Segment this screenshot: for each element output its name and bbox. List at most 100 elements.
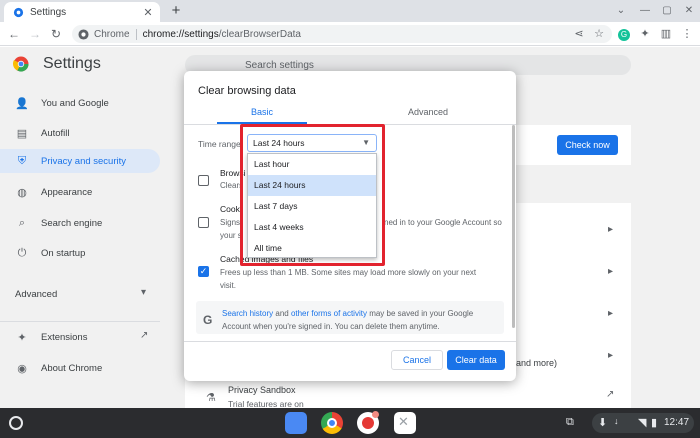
tab-divider xyxy=(184,124,516,125)
chevron-down-icon[interactable]: ▾ xyxy=(141,287,146,298)
time-range-dropdown: Last hour Last 24 hours Last 7 days Last… xyxy=(247,153,377,258)
clear-data-button[interactable]: Clear data xyxy=(447,350,505,370)
settings-title: Settings xyxy=(43,55,101,72)
search-icon: ⌕ xyxy=(18,216,26,229)
address-bar[interactable]: Chrome chrome://settings/clearBrowserDat… xyxy=(72,25,612,43)
share-icon[interactable]: ⋖ xyxy=(571,25,587,43)
check-now-button[interactable]: Check now xyxy=(557,135,618,155)
app-icon[interactable] xyxy=(394,412,416,434)
omnibox-chip: Chrome xyxy=(94,28,130,40)
side-panel-icon[interactable]: ▥ xyxy=(658,25,674,43)
info-text-mid: and xyxy=(273,309,291,318)
omnibox-separator xyxy=(135,28,137,40)
chevron-right-icon[interactable]: ▸ xyxy=(608,350,613,361)
tab-settings[interactable]: Settings ✕ xyxy=(4,2,160,22)
time-range-select[interactable]: Last 24 hours ▼ xyxy=(247,134,377,152)
close-tab-icon[interactable]: ✕ xyxy=(142,6,154,19)
sidebar-item-about-chrome[interactable]: ◉ About Chrome xyxy=(0,356,160,380)
wifi-icon: ◥ xyxy=(638,417,647,429)
nav-divider xyxy=(0,321,160,322)
tab-search-chevron-icon[interactable]: ⌄ xyxy=(614,2,628,20)
download-progress-icon: ↓ xyxy=(614,416,619,426)
clipboard-icon: ▤ xyxy=(16,127,28,140)
time-range-value: Last 24 hours xyxy=(253,138,305,148)
option-last-4-weeks[interactable]: Last 4 weeks xyxy=(248,217,376,238)
sidebar-item-on-startup[interactable]: ⏻ On startup xyxy=(0,241,160,265)
sidebar-item-autofill[interactable]: ▤ Autofill xyxy=(0,121,160,145)
minimize-icon[interactable]: — xyxy=(638,2,652,20)
search-history-link[interactable]: Search history xyxy=(222,309,273,318)
privacy-sandbox-label: Privacy Sandbox xyxy=(228,385,296,395)
sidebar-item-label: Appearance xyxy=(41,186,93,198)
option-all-time[interactable]: All time xyxy=(248,238,376,259)
tab-basic[interactable]: Basic xyxy=(217,107,307,117)
sidebar-item-extensions[interactable]: ✦ Extensions xyxy=(0,325,160,349)
puzzle-icon: ✦ xyxy=(17,331,27,344)
dialog-scrollbar[interactable] xyxy=(512,125,515,328)
cached-images-desc: Frees up less than 1 MB. Some sites may … xyxy=(220,268,477,277)
chevron-right-icon[interactable]: ▸ xyxy=(608,266,613,277)
sidebar-item-search-engine[interactable]: ⌕ Search engine xyxy=(0,211,160,235)
sidebar-item-label: Autofill xyxy=(41,127,70,139)
info-text: Search history and other forms of activi… xyxy=(222,307,496,333)
screen-capture-icon[interactable]: ⧉ xyxy=(566,416,574,429)
sidebar-item-privacy-and-security[interactable]: ⛨ Privacy and security xyxy=(0,149,160,173)
chevron-right-icon[interactable]: ▸ xyxy=(608,308,613,319)
browser-toolbar: ← → ↻ Chrome chrome://settings/clearBrow… xyxy=(0,22,700,46)
bookmark-star-icon[interactable]: ☆ xyxy=(591,25,607,43)
chrome-app-icon[interactable] xyxy=(321,412,343,434)
reload-icon[interactable]: ↻ xyxy=(47,24,65,44)
person-icon: 👤 xyxy=(15,97,29,110)
option-last-hour[interactable]: Last hour xyxy=(248,154,376,175)
extension-grammarly-icon[interactable]: G xyxy=(616,25,632,43)
menu-kebab-icon[interactable]: ⋮ xyxy=(679,25,695,43)
close-window-icon[interactable]: ✕ xyxy=(682,2,696,20)
settings-gear-icon xyxy=(13,7,24,17)
google-g-icon: G xyxy=(203,313,213,327)
cached-images-desc-2: visit. xyxy=(220,281,236,290)
sidebar-advanced[interactable]: Advanced xyxy=(15,289,57,300)
chevron-right-icon[interactable]: ▸ xyxy=(608,224,613,235)
new-tab-button[interactable]: + xyxy=(168,2,184,20)
files-app-icon[interactable] xyxy=(285,412,307,434)
back-arrow-icon[interactable]: ← xyxy=(5,24,23,44)
browsing-history-desc: Clears xyxy=(220,181,244,190)
browsing-history-checkbox[interactable] xyxy=(198,175,209,186)
sidebar-item-label: Privacy and security xyxy=(41,155,127,167)
option-last-7-days[interactable]: Last 7 days xyxy=(248,196,376,217)
privacy-list-card xyxy=(516,203,631,398)
extensions-puzzle-icon[interactable]: ✦ xyxy=(637,25,653,43)
cached-images-checkbox[interactable]: ✓ xyxy=(198,266,209,277)
palette-icon: ◍ xyxy=(17,186,27,199)
open-in-new-icon: ↗ xyxy=(140,330,149,341)
other-activity-link[interactable]: other forms of activity xyxy=(291,309,367,318)
sidebar-item-label: About Chrome xyxy=(41,362,103,374)
forward-arrow-icon[interactable]: → xyxy=(26,24,44,44)
shield-icon: ⛨ xyxy=(17,154,27,167)
chrome-icon xyxy=(78,28,89,40)
sidebar-item-appearance[interactable]: ◍ Appearance xyxy=(0,180,160,204)
cookies-desc-second: your s xyxy=(220,231,242,240)
tab-strip: Settings ✕ + ⌄ — ▢ ✕ xyxy=(0,0,700,22)
cookies-title: Cooki xyxy=(220,204,242,214)
battery-icon: ▮ xyxy=(651,417,658,429)
privacy-sandbox-sublabel: Trial features are on xyxy=(228,399,304,408)
url-path: /clearBrowserData xyxy=(218,28,301,40)
cookies-desc-start: Signs xyxy=(220,218,241,227)
tab-advanced[interactable]: Advanced xyxy=(383,107,473,117)
cancel-button[interactable]: Cancel xyxy=(391,350,443,370)
option-last-24-hours[interactable]: Last 24 hours xyxy=(248,175,376,196)
cookies-checkbox[interactable] xyxy=(198,217,209,228)
launcher-icon[interactable] xyxy=(9,416,23,430)
chrome-icon: ◉ xyxy=(17,362,27,375)
os-shelf: ⧉ ⬇ ↓ ◥ ▮ 12:47 xyxy=(0,408,700,438)
check-icon: ✓ xyxy=(199,266,208,276)
open-in-new-icon[interactable]: ↗ xyxy=(606,389,614,400)
clock: 12:47 xyxy=(664,417,690,428)
maximize-icon[interactable]: ▢ xyxy=(660,2,674,20)
power-icon: ⏻ xyxy=(17,246,27,259)
dropdown-arrow-icon: ▼ xyxy=(362,138,370,147)
sidebar-item-you-and-google[interactable]: 👤 You and Google xyxy=(0,91,160,115)
browsing-history-title: Browsi xyxy=(220,168,246,178)
sidebar-item-label: You and Google xyxy=(41,97,109,109)
